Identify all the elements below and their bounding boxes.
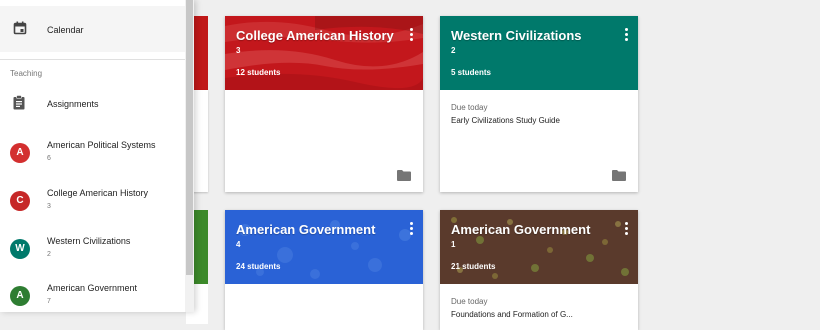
sidebar-class-name: American Political Systems xyxy=(47,140,156,150)
sidebar-item-calendar[interactable]: Calendar xyxy=(0,6,185,52)
sidebar-class-section: 3 xyxy=(47,203,51,210)
sidebar-item-class[interactable]: C College American History 3 xyxy=(0,185,185,221)
class-avatar: A xyxy=(10,286,30,306)
sidebar-class-section: 7 xyxy=(47,298,51,305)
sidebar-class-section: 2 xyxy=(47,251,51,258)
sidebar-class-name: College American History xyxy=(47,188,149,198)
sidebar-item-label: Calendar xyxy=(47,25,84,35)
sidebar-class-name: American Government xyxy=(47,283,138,293)
student-count: 21 students xyxy=(451,262,496,271)
class-title[interactable]: College American History xyxy=(236,28,394,43)
student-count: 5 students xyxy=(451,68,492,77)
class-card[interactable]: American Government 1 21 students Due to… xyxy=(440,210,638,330)
class-title[interactable]: American Government xyxy=(236,222,375,237)
clipboard-icon xyxy=(13,95,25,115)
sidebar-item-class[interactable]: A American Government 7 xyxy=(0,280,185,312)
due-label: Due today xyxy=(451,103,488,112)
due-assignment-link[interactable]: Early Civilizations Study Guide xyxy=(451,116,560,125)
sidebar-item-assignments[interactable]: Assignments xyxy=(0,88,185,118)
sidebar-class-name: Western Civilizations xyxy=(47,236,131,246)
class-card[interactable]: College American History 3 12 students xyxy=(225,16,423,192)
sidebar-class-section: 6 xyxy=(47,155,51,162)
class-avatar: C xyxy=(10,191,30,211)
class-section: 1 xyxy=(451,240,456,249)
calendar-icon xyxy=(13,21,27,40)
sidebar-divider xyxy=(0,59,185,60)
due-label: Due today xyxy=(451,297,488,306)
nav-drawer: Calendar Teaching Assignments A American… xyxy=(0,0,194,312)
more-vert-icon[interactable] xyxy=(625,222,629,236)
class-title[interactable]: American Government xyxy=(451,222,590,237)
folder-icon[interactable] xyxy=(612,168,626,186)
folder-icon[interactable] xyxy=(397,168,411,186)
class-section: 2 xyxy=(451,46,456,55)
sidebar-item-class[interactable]: W Western Civilizations 2 xyxy=(0,233,185,269)
sidebar-item-label: Assignments xyxy=(47,99,99,109)
class-card-header[interactable]: American Government 1 21 students xyxy=(440,210,638,284)
class-avatar: W xyxy=(10,239,30,259)
class-section: 3 xyxy=(236,46,241,55)
class-card-header[interactable]: American Government 4 24 students xyxy=(225,210,423,284)
class-card-header[interactable]: College American History 3 12 students xyxy=(225,16,423,90)
more-vert-icon[interactable] xyxy=(625,28,629,42)
due-assignment-link[interactable]: Foundations and Formation of G... xyxy=(451,310,573,319)
class-section: 4 xyxy=(236,240,241,249)
class-card[interactable]: Western Civilizations 2 5 students Due t… xyxy=(440,16,638,192)
scrollbar-thumb[interactable] xyxy=(186,0,193,275)
class-card-header[interactable]: Western Civilizations 2 5 students xyxy=(440,16,638,90)
more-vert-icon[interactable] xyxy=(410,28,414,42)
student-count: 12 students xyxy=(236,68,281,77)
more-vert-icon[interactable] xyxy=(410,222,414,236)
sidebar-item-class[interactable]: A American Political Systems 6 xyxy=(0,137,185,173)
class-avatar: A xyxy=(10,143,30,163)
sidebar-section-heading: Teaching xyxy=(10,69,43,78)
class-title[interactable]: Western Civilizations xyxy=(451,28,582,43)
student-count: 24 students xyxy=(236,262,281,271)
class-card[interactable]: American Government 4 24 students xyxy=(225,210,423,330)
sidebar-scrollbar[interactable] xyxy=(185,0,194,312)
